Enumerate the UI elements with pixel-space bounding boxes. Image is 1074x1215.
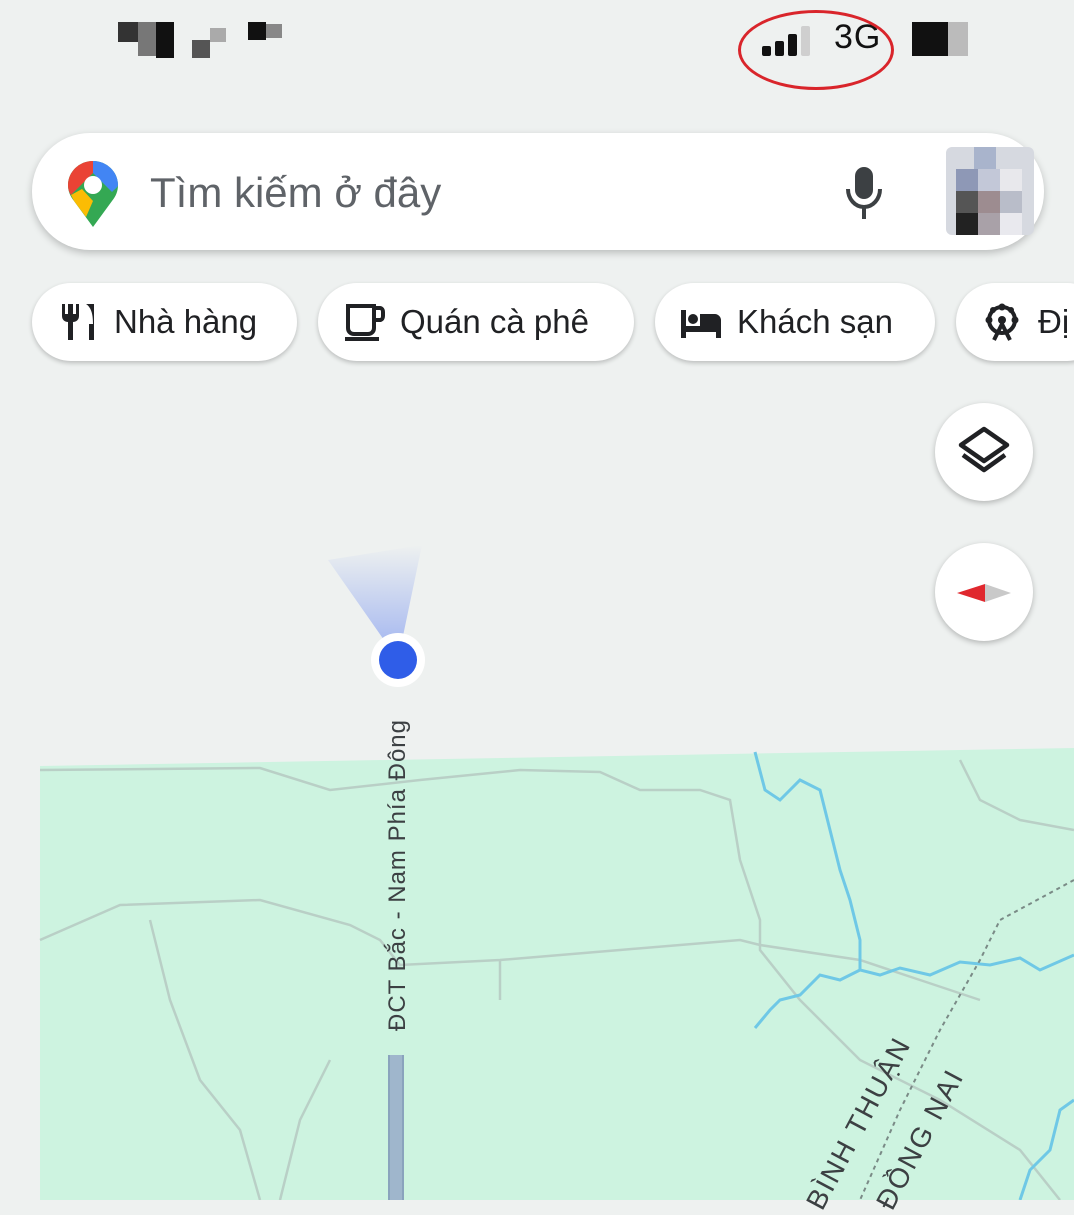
chip-attractions[interactable]: Đị [956, 283, 1074, 361]
chip-hotels[interactable]: Khách sạn [655, 283, 935, 361]
layers-button[interactable] [935, 403, 1033, 501]
profile-avatar[interactable] [946, 147, 1034, 235]
attraction-icon [985, 303, 1019, 341]
chip-label: Quán cà phê [400, 303, 589, 340]
status-bar: 3G [0, 0, 1074, 100]
hotel-bed-icon [681, 310, 721, 338]
restaurant-icon [62, 304, 94, 340]
annotation-circle [738, 10, 894, 90]
chip-coffee[interactable]: Quán cà phê [318, 283, 634, 361]
chip-restaurants[interactable]: Nhà hàng [32, 283, 297, 361]
compass-button[interactable] [935, 543, 1033, 641]
chip-label: Khách sạn [737, 303, 893, 340]
search-input[interactable]: Tìm kiếm ở đây [150, 169, 441, 217]
chip-label: Nhà hàng [114, 303, 258, 340]
layers-icon [958, 426, 1010, 473]
microphone-icon[interactable] [844, 165, 884, 221]
chip-label: Đị [1038, 303, 1070, 340]
coffee-icon [345, 304, 385, 341]
search-bar[interactable]: Tìm kiếm ở đây [32, 133, 1044, 250]
road-label: ĐCT Bắc - Nam Phía Đông [384, 719, 411, 1031]
google-maps-pin-icon [68, 161, 118, 227]
compass-icon [957, 584, 1011, 602]
